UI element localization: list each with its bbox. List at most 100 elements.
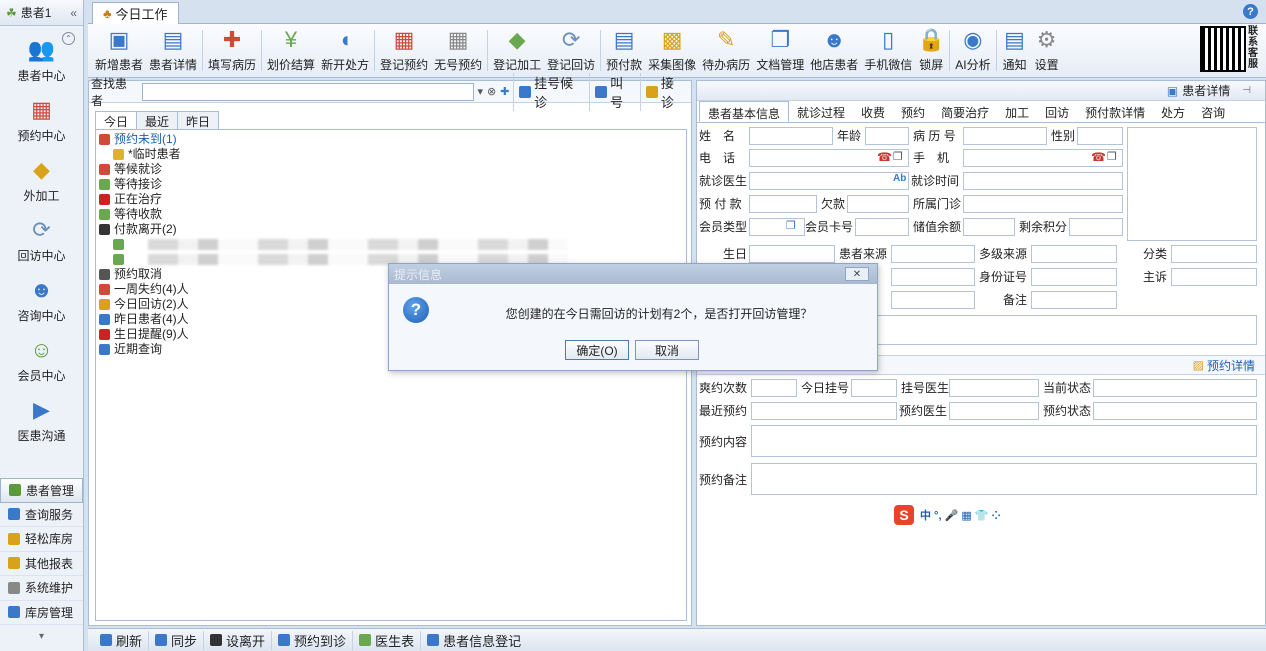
collapse-icon[interactable]: « — [70, 6, 77, 20]
sidebar-header[interactable]: ☘ 患者1 « — [0, 0, 83, 26]
sidebar-nav-4[interactable]: 系统维护 — [0, 576, 83, 601]
sidebar-item-2[interactable]: ◆ 外加工 — [0, 150, 83, 210]
toolbar-button-process[interactable]: ◆ 登记加工 — [490, 24, 544, 77]
appt-content-field[interactable] — [751, 425, 1257, 457]
toolbar-button-other-store[interactable]: ☻ 他店患者 — [807, 24, 861, 77]
sidebar-more-icon[interactable]: ▾ — [0, 631, 83, 651]
detail-tab-3[interactable]: 预约 — [893, 101, 933, 122]
ime-toolbar[interactable]: S 中 °, 🎤 ▦ 👕 ⁘ — [894, 505, 1001, 525]
tab-today-work[interactable]: ♣ 今日工作 — [92, 2, 179, 24]
search-action-1[interactable]: 叫号 — [589, 72, 640, 111]
ok-button[interactable]: 确定(O) — [565, 340, 629, 360]
sidebar-item-6[interactable]: ▶ 医患沟通 — [0, 390, 83, 450]
patient-photo[interactable] — [1127, 127, 1257, 241]
member-type-picker-icon[interactable]: ❐ — [786, 219, 796, 232]
detail-tab-6[interactable]: 回访 — [1037, 101, 1077, 122]
debt-field[interactable] — [847, 195, 909, 213]
toolbar-button-patient-detail[interactable]: ▤ 患者详情 — [146, 24, 200, 77]
phone-call-icon[interactable]: ☎ — [877, 150, 892, 164]
toolbar-button-image[interactable]: ▩ 采集图像 — [645, 24, 699, 77]
tree-item[interactable]: 正在治疗 — [99, 192, 683, 207]
age-field[interactable] — [865, 127, 909, 145]
help-icon[interactable]: ? — [1243, 4, 1258, 19]
search-input[interactable] — [141, 82, 474, 101]
detail-tab-1[interactable]: 就诊过程 — [789, 101, 853, 122]
status-action-0[interactable]: 刷新 — [94, 630, 150, 650]
name-field[interactable] — [749, 127, 833, 145]
tree-item[interactable]: 预约未到(1) — [99, 132, 683, 147]
member-card-field[interactable] — [855, 218, 909, 236]
sidebar-item-4[interactable]: ☻ 咨询中心 — [0, 270, 83, 330]
toolbar-button-notice[interactable]: ▤ 通知 — [999, 24, 1031, 77]
inner-tab-2[interactable]: 昨日 — [177, 111, 220, 129]
visit-time-field[interactable] — [963, 172, 1123, 190]
appt-count-field[interactable] — [751, 379, 797, 397]
toolbar-button-gear[interactable]: ⚙ 设置 — [1031, 24, 1063, 77]
detail-tab-7[interactable]: 预付款详情 — [1077, 101, 1153, 122]
inner-tab-0[interactable]: 今日 — [95, 111, 138, 129]
balance-field[interactable] — [963, 218, 1015, 236]
dialog-close-icon[interactable]: ✕ — [845, 267, 869, 281]
add-search-icon[interactable]: ✚ — [500, 85, 509, 98]
sidebar-nav-5[interactable]: 库房管理 — [0, 601, 83, 625]
detail-tab-4[interactable]: 简要治疗 — [933, 101, 997, 122]
sidebar-item-5[interactable]: ☺ 会员中心 — [0, 330, 83, 390]
toolbar-button-yen[interactable]: ¥ 划价结算 — [264, 24, 318, 77]
points-field[interactable] — [1069, 218, 1123, 236]
tree-item[interactable] — [99, 237, 683, 252]
detail-tab-2[interactable]: 收费 — [853, 101, 893, 122]
tree-item[interactable]: *临时患者 — [99, 147, 683, 162]
sidebar-nav-2[interactable]: 轻松库房 — [0, 527, 83, 552]
appt-note-field[interactable] — [751, 463, 1257, 495]
pin-icon[interactable]: ⊣ — [1242, 85, 1251, 96]
sidebar-nav-1[interactable]: 查询服务 — [0, 503, 83, 527]
status-action-1[interactable]: 同步 — [149, 630, 205, 650]
status-action-4[interactable]: 医生表 — [353, 630, 422, 650]
search-action-0[interactable]: 挂号候诊 — [513, 72, 589, 111]
sidebar-item-1[interactable]: ▦ 预约中心 — [0, 90, 83, 150]
clear-icon[interactable]: ⊗ — [487, 85, 496, 98]
toolbar-button-phone[interactable]: ▯ 手机微信 — [861, 24, 915, 77]
sidebar-collapse-circle-icon[interactable]: ⌃ — [62, 32, 75, 45]
category-field[interactable] — [1171, 245, 1257, 263]
appt-doctor-field[interactable] — [949, 402, 1039, 420]
hidden-field-2[interactable] — [891, 291, 975, 309]
toolbar-button-lock[interactable]: 🔒 锁屏 — [915, 24, 947, 77]
toolbar-button-prepay[interactable]: ▤ 预付款 — [603, 24, 645, 77]
remark-field[interactable] — [1031, 291, 1117, 309]
dialog-title-bar[interactable]: 提示信息 — [389, 264, 877, 284]
id-no-field[interactable] — [1031, 268, 1117, 286]
detail-tab-5[interactable]: 加工 — [997, 101, 1037, 122]
tree-item[interactable]: 等待接诊 — [99, 177, 683, 192]
record-no-field[interactable] — [963, 127, 1047, 145]
toolbar-button-eye[interactable]: ◉ AI分析 — [952, 24, 993, 77]
doctor-picker-icon[interactable]: Ab — [893, 173, 906, 184]
status-action-5[interactable]: 患者信息登记 — [421, 631, 527, 650]
appt-status-field[interactable] — [1093, 402, 1257, 420]
cancel-button[interactable]: 取消 — [635, 340, 699, 360]
sidebar-item-3[interactable]: ⟳ 回访中心 — [0, 210, 83, 270]
detail-tab-0[interactable]: 患者基本信息 — [699, 101, 790, 122]
hidden-field-1[interactable] — [891, 268, 975, 286]
tree-item[interactable]: 等待收款 — [99, 207, 683, 222]
mobile-copy-icon[interactable]: ❐ — [1107, 150, 1117, 163]
recent-appt-field[interactable] — [751, 402, 897, 420]
detail-tab-9[interactable]: 咨询 — [1193, 101, 1233, 122]
tree-item[interactable]: 等候就诊 — [99, 162, 683, 177]
complaint-field[interactable] — [1171, 268, 1257, 286]
tree-item[interactable]: 付款离开(2) — [99, 222, 683, 237]
inner-tab-1[interactable]: 最近 — [136, 111, 179, 129]
toolbar-button-revisit[interactable]: ⟳ 登记回访 — [544, 24, 598, 77]
detail-tab-8[interactable]: 处方 — [1153, 101, 1193, 122]
sidebar-nav-3[interactable]: 其他报表 — [0, 552, 83, 576]
status-action-3[interactable]: 预约到诊 — [272, 630, 354, 650]
status-field[interactable] — [1093, 379, 1257, 397]
search-action-2[interactable]: 接诊 — [640, 72, 691, 111]
toolbar-button-calendar-blank[interactable]: ▦ 无号预约 — [431, 24, 485, 77]
member-type-field[interactable] — [749, 218, 805, 236]
status-action-2[interactable]: 设离开 — [204, 630, 273, 650]
clinic-field[interactable] — [963, 195, 1123, 213]
prepay-field[interactable] — [749, 195, 817, 213]
reg-doctor-field[interactable] — [949, 379, 1039, 397]
doctor-field[interactable] — [749, 172, 909, 190]
